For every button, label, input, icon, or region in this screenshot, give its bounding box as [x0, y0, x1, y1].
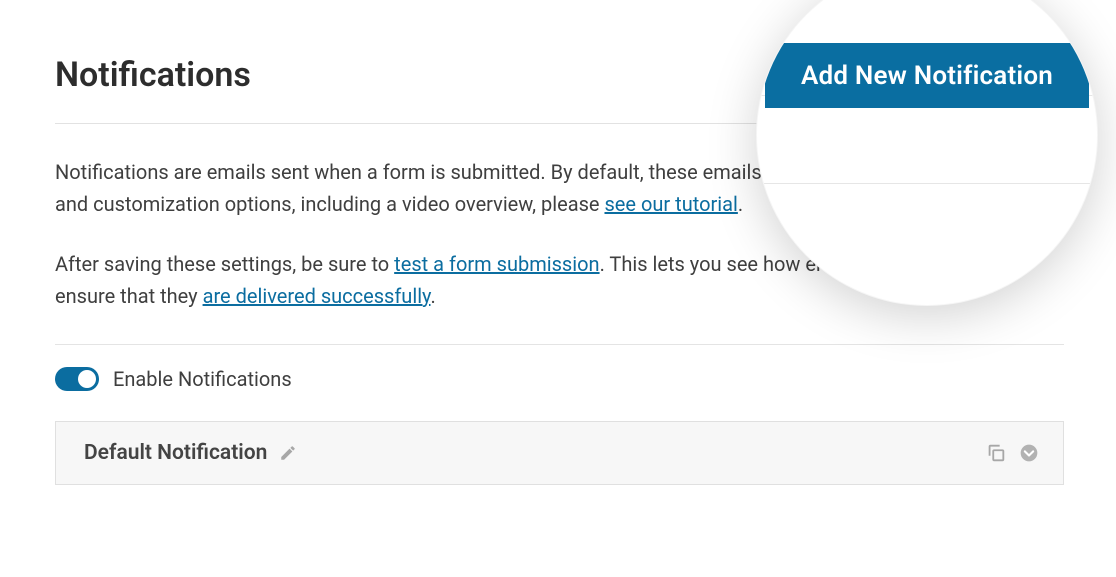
divider: [55, 344, 1064, 345]
chevron-down-icon[interactable]: [1019, 443, 1039, 463]
enable-notifications-label: Enable Notifications: [113, 367, 292, 391]
description-text: Notifications are emails sent when a for…: [55, 160, 1039, 216]
delivered-link[interactable]: are delivered successfully: [203, 284, 431, 308]
toggle-knob: [78, 370, 96, 388]
pencil-icon[interactable]: [279, 444, 297, 462]
description-paragraph-2: After saving these settings, be sure to …: [55, 248, 1055, 312]
notification-item-title: Default Notification: [84, 441, 267, 465]
divider: [55, 123, 1064, 124]
test-submission-link[interactable]: test a form submission: [394, 252, 599, 276]
description-suffix: .: [738, 192, 743, 216]
see-tutorial-link[interactable]: see our tutorial: [604, 192, 737, 216]
duplicate-icon[interactable]: [985, 442, 1007, 464]
description-suffix: .: [430, 284, 435, 308]
notification-item[interactable]: Default Notification: [55, 421, 1064, 485]
enable-notifications-toggle[interactable]: [55, 367, 99, 391]
description-paragraph-1: Notifications are emails sent when a for…: [55, 156, 1055, 220]
description-text: After saving these settings, be sure to: [55, 252, 394, 276]
enable-notifications-row: Enable Notifications: [55, 367, 1064, 391]
add-new-notification-button[interactable]: Add New Notification: [765, 43, 1089, 108]
